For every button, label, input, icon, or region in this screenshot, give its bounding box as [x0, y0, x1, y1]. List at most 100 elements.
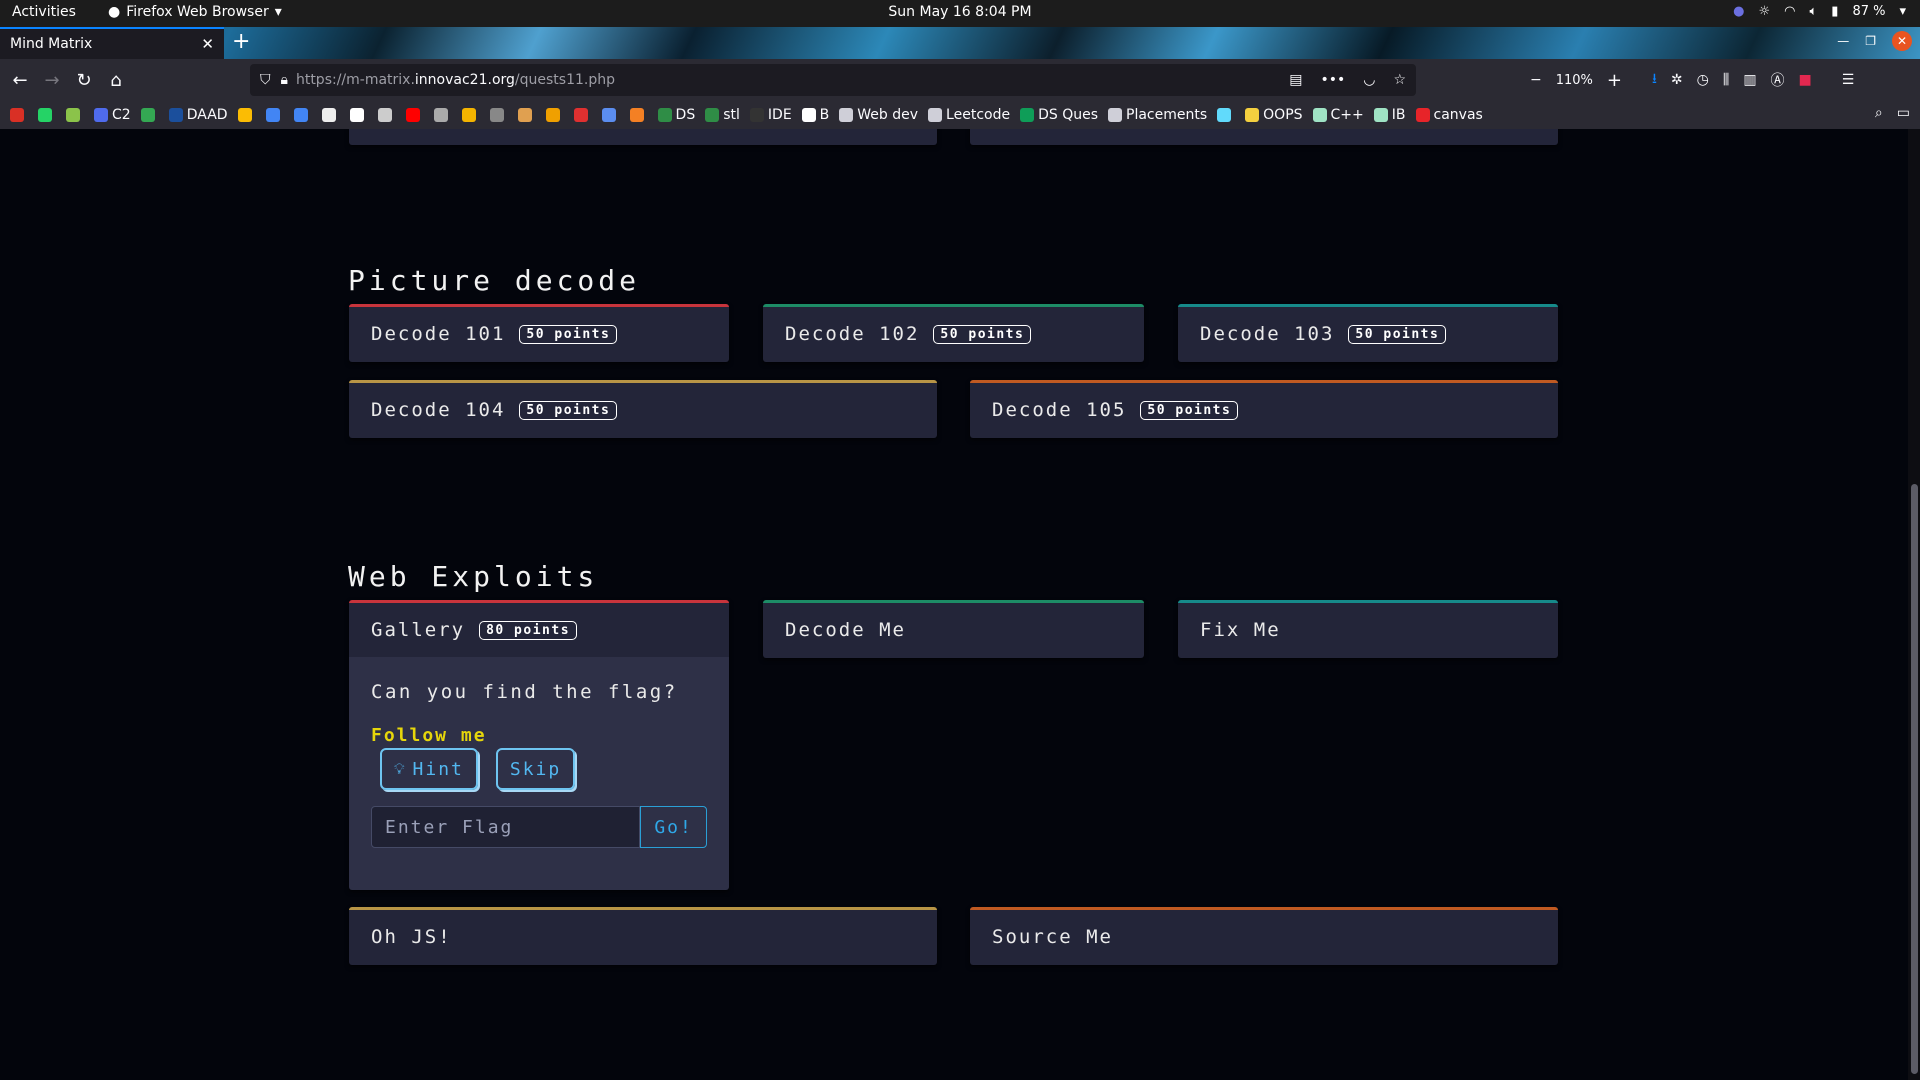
bookmark-star-icon[interactable]: ☆: [1393, 72, 1406, 88]
page-scrollbar[interactable]: [1908, 129, 1920, 1080]
url-domain: innovac21.org: [414, 72, 515, 88]
challenge-card-decode-101[interactable]: Decode 101 50 points: [349, 304, 729, 362]
close-icon[interactable]: ✕: [201, 35, 214, 53]
bookmark-favicon-icon: [66, 108, 80, 122]
sidebar-icon[interactable]: ▥: [1743, 72, 1756, 88]
shield-icon[interactable]: ⛉: [260, 72, 271, 88]
bookmark-item[interactable]: [140, 108, 159, 122]
flag-input[interactable]: Enter Flag: [371, 806, 641, 848]
bookmark-item[interactable]: [10, 108, 28, 122]
minimize-icon[interactable]: —: [1837, 34, 1849, 48]
history-icon[interactable]: ◷: [1697, 72, 1709, 88]
tab-mind-matrix[interactable]: Mind Matrix ✕: [0, 27, 224, 59]
extension-gear-icon[interactable]: ✲: [1671, 72, 1683, 88]
bookmark-item[interactable]: stl: [705, 107, 740, 123]
bookmark-favicon-icon: [168, 108, 183, 122]
home-icon[interactable]: ⌂: [100, 64, 132, 96]
challenge-card-decode-103[interactable]: Decode 103 50 points: [1178, 304, 1558, 362]
bookmark-item[interactable]: DAAD: [168, 107, 228, 123]
bookmark-item[interactable]: C2: [94, 107, 131, 123]
skip-button[interactable]: Skip: [495, 748, 576, 790]
bookmark-item[interactable]: OOPS: [1245, 107, 1303, 123]
bookmark-item[interactable]: [629, 108, 648, 122]
submit-flag-button[interactable]: Go!: [640, 806, 707, 848]
search-icon[interactable]: ⌕: [1875, 105, 1883, 121]
bookmark-item[interactable]: [321, 108, 340, 122]
bookmark-item[interactable]: [349, 108, 368, 122]
bookmark-item[interactable]: [517, 108, 536, 122]
teams-icon[interactable]: ●: [1733, 4, 1744, 19]
bookmark-favicon-icon: [1245, 108, 1260, 122]
bookmark-item[interactable]: Web dev: [839, 107, 918, 123]
bookmark-item[interactable]: Placements: [1108, 107, 1207, 123]
section-title-picture-decode: Picture decode: [348, 264, 641, 297]
bookmark-favicon-icon: [928, 108, 943, 122]
url-bar[interactable]: ⛉ 🔒︎ https://m-matrix. innovac21.org/ques…: [250, 64, 1416, 96]
activities-button[interactable]: Activities: [12, 4, 76, 20]
bookmark-item[interactable]: [601, 108, 620, 122]
window-close-icon[interactable]: ✕: [1892, 31, 1912, 51]
bookmark-item[interactable]: [265, 108, 284, 122]
previous-card-right[interactable]: [970, 129, 1558, 145]
challenge-card-source-me[interactable]: Source Me: [970, 907, 1558, 965]
bookmark-item[interactable]: IDE: [749, 107, 792, 123]
bookmark-item[interactable]: DS: [657, 107, 695, 123]
reload-icon[interactable]: ↻: [68, 64, 100, 96]
bookmark-item[interactable]: [405, 108, 424, 122]
bookmark-item[interactable]: canvas: [1415, 107, 1483, 123]
bookmark-item[interactable]: [433, 108, 452, 122]
zoom-level[interactable]: 110%: [1556, 73, 1593, 88]
download-icon[interactable]: ⭳: [1652, 68, 1657, 92]
bookmark-item[interactable]: B: [801, 107, 829, 123]
bookmark-item[interactable]: C++: [1312, 107, 1364, 123]
bookmark-item[interactable]: Leetcode: [928, 107, 1010, 123]
back-icon[interactable]: ←: [4, 64, 36, 96]
zoom-in-icon[interactable]: +: [1607, 70, 1622, 91]
points-badge: 50 points: [933, 324, 1032, 344]
menu-icon[interactable]: ☰: [1842, 72, 1855, 88]
restore-icon[interactable]: ❐: [1865, 34, 1876, 48]
bookmark-item[interactable]: [461, 108, 480, 122]
follow-me-link[interactable]: Follow me: [371, 725, 707, 746]
bookmark-label: Web dev: [857, 107, 919, 123]
bookmark-item[interactable]: DS Ques: [1020, 107, 1098, 123]
lightbulb-icon: 💡︎: [394, 760, 407, 778]
scrollbar-thumb[interactable]: [1911, 484, 1918, 1074]
bookmark-item[interactable]: [377, 108, 396, 122]
pocket-icon[interactable]: ◡: [1363, 72, 1375, 88]
bookmark-item[interactable]: [489, 108, 508, 122]
hint-button[interactable]: 💡︎ Hint: [380, 748, 478, 790]
challenge-card-fix-me[interactable]: Fix Me: [1178, 600, 1558, 658]
extension-red-icon[interactable]: ■: [1799, 72, 1812, 88]
account-icon[interactable]: Ⓐ: [1771, 70, 1785, 90]
challenge-card-oh-js[interactable]: Oh JS!: [349, 907, 937, 965]
challenge-card-decode-105[interactable]: Decode 105 50 points: [970, 380, 1558, 438]
reader-view-icon[interactable]: ▤: [1289, 72, 1302, 88]
bookmark-item[interactable]: [293, 108, 312, 122]
zoom-out-icon[interactable]: −: [1530, 72, 1542, 88]
bookmark-item[interactable]: [66, 108, 84, 122]
bookmark-favicon-icon: [657, 108, 672, 122]
new-tab-button[interactable]: +: [232, 29, 250, 54]
other-bookmarks-icon[interactable]: ▭: [1897, 105, 1910, 121]
system-clock[interactable]: Sun May 16 8:04 PM: [888, 4, 1031, 20]
challenge-card-decode-104[interactable]: Decode 104 50 points: [349, 380, 937, 438]
challenge-card-decode-102[interactable]: Decode 102 50 points: [763, 304, 1144, 362]
bookmark-item[interactable]: [573, 108, 592, 122]
app-menu[interactable]: ● Firefox Web Browser ▾: [108, 4, 282, 20]
bookmark-item[interactable]: [1217, 108, 1235, 122]
forward-icon[interactable]: →: [36, 64, 68, 96]
bookmark-item[interactable]: IB: [1373, 107, 1406, 123]
bookmark-item[interactable]: [545, 108, 564, 122]
challenge-card-decode-me[interactable]: Decode Me: [763, 600, 1144, 658]
card-title: Decode 103: [1200, 323, 1335, 345]
system-tray[interactable]: ● ☼ ◠ 🔈︎ ▮ 87 % ▾: [1733, 4, 1906, 19]
bookmark-item[interactable]: [237, 108, 256, 122]
page-actions-icon[interactable]: •••: [1320, 72, 1345, 88]
bookmark-item[interactable]: [38, 108, 56, 122]
system-top-bar: Activities ● Firefox Web Browser ▾ Sun M…: [0, 0, 1920, 27]
previous-card-left[interactable]: [349, 129, 937, 145]
library-icon[interactable]: ⫼: [1723, 72, 1729, 88]
lock-icon[interactable]: 🔒︎: [281, 72, 288, 88]
challenge-card-gallery[interactable]: Gallery 80 points Can you find the flag? …: [349, 600, 729, 890]
